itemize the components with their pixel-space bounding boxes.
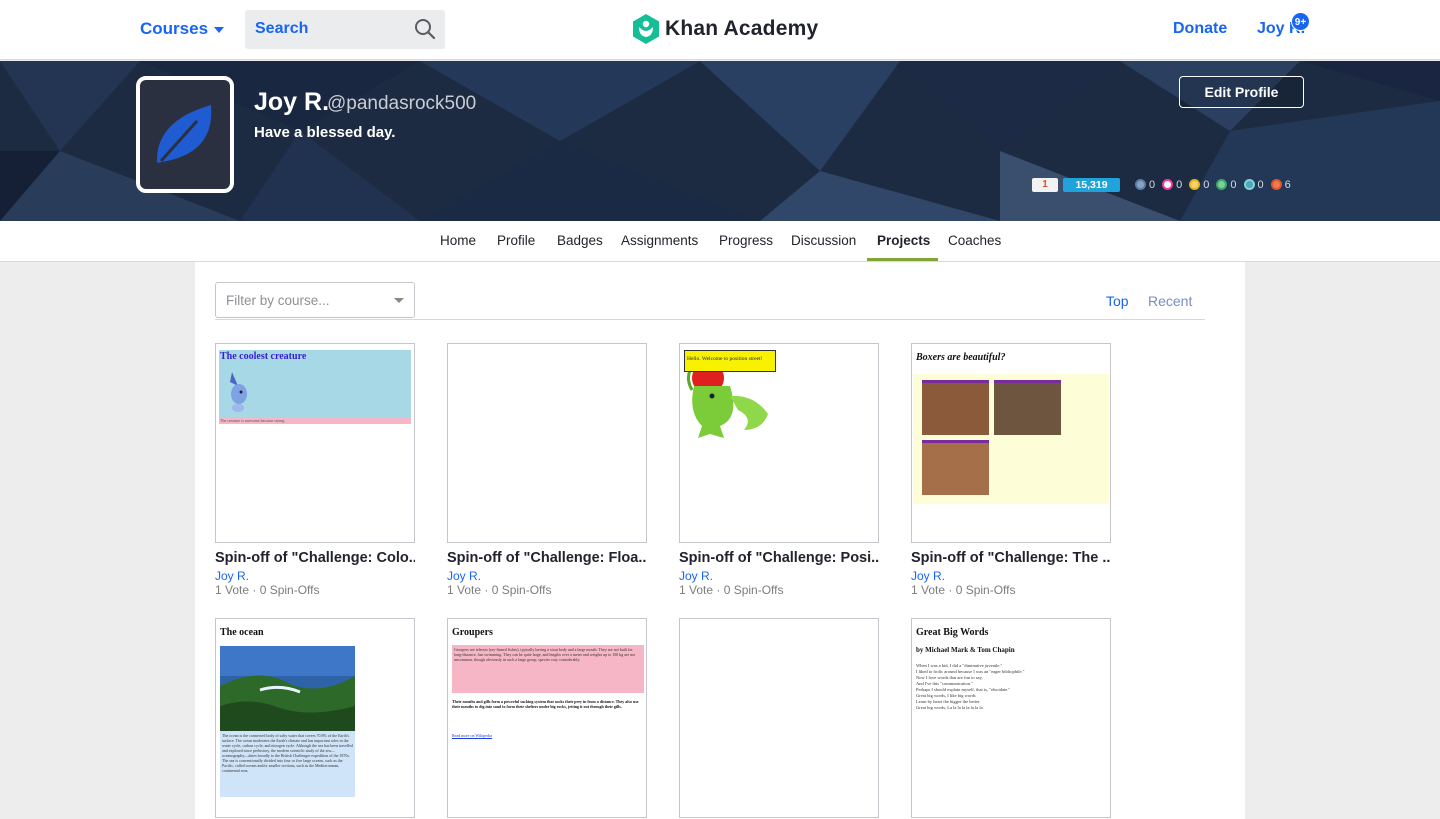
- filter-placeholder: Filter by course...: [226, 293, 330, 308]
- thumb-caption: The ocean is the connected body of salty…: [220, 731, 355, 797]
- courses-menu-button[interactable]: Courses: [140, 19, 225, 39]
- donate-link[interactable]: Donate: [1173, 20, 1227, 38]
- chevron-down-icon: [394, 298, 404, 303]
- thumb-caption: Groupers are teleosts (ray-finned fishes…: [452, 645, 644, 693]
- tab-coaches[interactable]: Coaches: [948, 233, 1001, 248]
- thumb-heading: Great Big Words: [916, 627, 989, 638]
- streak-count: 1: [1032, 177, 1058, 192]
- thumb-heading: The ocean: [220, 627, 264, 638]
- sort-top-link[interactable]: Top: [1106, 293, 1129, 309]
- search-input[interactable]: Search: [245, 10, 445, 49]
- project-title[interactable]: Spin-off of "Challenge: Colo...: [215, 550, 415, 566]
- leaf-avatar-icon: [156, 105, 212, 163]
- project-thumbnail[interactable]: Groupers Groupers are teleosts (ray-finn…: [447, 618, 647, 818]
- profile-avatar[interactable]: [136, 76, 234, 193]
- sun-badge[interactable]: 0: [1216, 178, 1237, 191]
- moon-badge-icon: [1162, 179, 1174, 190]
- thumb-caption: The creature is awesome because strong.: [220, 418, 286, 423]
- badge-count: 0: [1203, 178, 1210, 191]
- thumb-heading: Boxers are beautiful?: [916, 352, 1006, 363]
- edit-profile-button[interactable]: Edit Profile: [1179, 76, 1304, 108]
- thumb-link: Read more on Wikipedia: [452, 733, 492, 738]
- thumb-heading: Hello. Welcome to position street!: [684, 350, 776, 372]
- project-thumbnail[interactable]: [447, 343, 647, 543]
- tab-progress[interactable]: Progress: [719, 233, 773, 248]
- moon-badge[interactable]: 0: [1162, 179, 1182, 191]
- top-navigation-bar: Courses Search Khan Academy Donate Joy R…: [0, 0, 1440, 60]
- profile-handle: @pandasrock500: [327, 93, 477, 114]
- project-author[interactable]: Joy R.: [679, 569, 713, 583]
- creature-illustration: [230, 372, 247, 412]
- filter-by-course-select[interactable]: Filter by course...: [215, 282, 415, 318]
- dog-photo: [994, 380, 1061, 435]
- search-icon[interactable]: [414, 18, 436, 40]
- logo-text: Khan Academy: [665, 17, 819, 40]
- project-author[interactable]: Joy R.: [447, 569, 481, 583]
- divider: [215, 319, 1205, 320]
- notification-badge[interactable]: 9+: [1291, 12, 1310, 31]
- profile-bio: Have a blessed day.: [254, 124, 396, 141]
- meteorite-badge[interactable]: 0: [1135, 179, 1155, 191]
- badge-count: 0: [1257, 178, 1264, 191]
- energy-points: 15,319: [1063, 177, 1120, 192]
- project-title[interactable]: Spin-off of "Challenge: The ...: [911, 550, 1111, 566]
- tab-profile[interactable]: Profile: [497, 233, 535, 248]
- sun-badge-icon: [1216, 179, 1228, 190]
- khan-academy-logo[interactable]: Khan Academy: [633, 14, 818, 44]
- project-thumbnail[interactable]: Great Big Words by Michael Mark & Tom Ch…: [911, 618, 1111, 818]
- thumb-lyrics: When I was a kid, I did a "diminutive ju…: [916, 663, 1106, 711]
- project-title[interactable]: Spin-off of "Challenge: Posi...: [679, 550, 879, 566]
- courses-label: Courses: [140, 19, 209, 38]
- tab-home[interactable]: Home: [440, 233, 476, 248]
- chevron-down-icon: [214, 27, 225, 33]
- search-placeholder: Search: [255, 20, 309, 37]
- badge-count: 0: [1230, 178, 1237, 191]
- sort-recent-link[interactable]: Recent: [1148, 293, 1192, 309]
- challenge-patch-badge[interactable]: 6: [1270, 178, 1291, 191]
- thumb-subheading: by Michael Mark & Tom Chapin: [916, 646, 1015, 654]
- profile-tabs: Home Profile Badges Assignments Progress…: [0, 221, 1440, 262]
- badge-count: 6: [1284, 178, 1291, 191]
- profile-stats: 1 15,319 0 0 0 0 0 6: [1032, 177, 1293, 192]
- tab-discussion[interactable]: Discussion: [791, 233, 856, 248]
- project-meta: 1 Vote · 0 Spin-Offs: [679, 583, 784, 597]
- project-author[interactable]: Joy R.: [215, 569, 249, 583]
- project-thumbnail[interactable]: Boxers are beautiful?: [911, 343, 1111, 543]
- project-author[interactable]: Joy R.: [911, 569, 945, 583]
- project-thumbnail[interactable]: Hello. Welcome to position street!: [679, 343, 879, 543]
- challenge-patch-icon: [1270, 179, 1282, 190]
- tab-projects[interactable]: Projects: [877, 233, 930, 248]
- khan-academy-logo-icon: [633, 14, 659, 44]
- thumb-caption-2: Their mouths and gills form a powerful s…: [452, 699, 639, 709]
- profile-name: Joy R.: [254, 88, 330, 116]
- project-meta: 1 Vote · 0 Spin-Offs: [911, 583, 1016, 597]
- tab-assignments[interactable]: Assignments: [621, 233, 698, 248]
- project-title[interactable]: Spin-off of "Challenge: Floa...: [447, 550, 647, 566]
- project-meta: 1 Vote · 0 Spin-Offs: [447, 583, 552, 597]
- earth-badge[interactable]: 0: [1189, 179, 1209, 191]
- black-hole-badge-icon: [1243, 179, 1255, 190]
- earth-badge-icon: [1189, 179, 1201, 190]
- project-thumbnail[interactable]: The coolest creature The creature is awe…: [215, 343, 415, 543]
- thumb-heading: Groupers: [452, 627, 493, 638]
- tab-badges[interactable]: Badges: [557, 233, 603, 248]
- lyric-line: Great big words, La la la la la la la la: [916, 705, 983, 710]
- project-meta: 1 Vote · 0 Spin-Offs: [215, 583, 320, 597]
- dog-photo: [922, 440, 989, 495]
- black-hole-badge[interactable]: 0: [1243, 178, 1264, 191]
- project-thumbnail[interactable]: [679, 618, 879, 818]
- thumb-heading: The coolest creature: [220, 351, 307, 362]
- meteorite-badge-icon: [1135, 179, 1146, 190]
- badge-count: 0: [1176, 178, 1183, 191]
- project-thumbnail[interactable]: The ocean The ocean is the connected bod…: [215, 618, 415, 818]
- active-tab-indicator: [867, 258, 938, 261]
- dog-photo: [922, 380, 989, 435]
- badge-count: 0: [1149, 178, 1156, 191]
- ocean-photo: [220, 646, 355, 731]
